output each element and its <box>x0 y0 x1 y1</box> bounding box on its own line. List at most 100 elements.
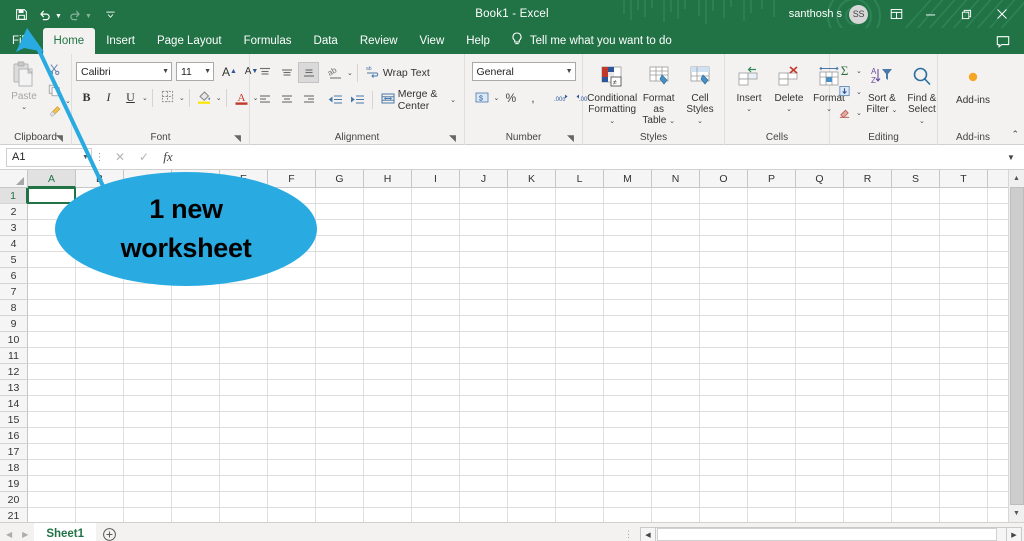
cell-H17[interactable] <box>364 444 412 460</box>
cell-M13[interactable] <box>604 380 652 396</box>
cell-U16[interactable] <box>988 428 1008 444</box>
cell-M11[interactable] <box>604 348 652 364</box>
row-header-15[interactable]: 15 <box>0 412 28 428</box>
cell-G11[interactable] <box>316 348 364 364</box>
cell-P13[interactable] <box>748 380 796 396</box>
cell-R3[interactable] <box>844 220 892 236</box>
cell-A12[interactable] <box>28 364 76 380</box>
cell-P16[interactable] <box>748 428 796 444</box>
cell-M17[interactable] <box>604 444 652 460</box>
cell-T1[interactable] <box>940 188 988 204</box>
column-header-D[interactable]: D <box>172 170 220 188</box>
cell-N9[interactable] <box>652 316 700 332</box>
number-format-combo[interactable]: General ▼ <box>471 62 576 81</box>
cell-G5[interactable] <box>316 252 364 268</box>
cell-J14[interactable] <box>460 396 508 412</box>
cell-B7[interactable] <box>76 284 124 300</box>
cell-D8[interactable] <box>172 300 220 316</box>
cell-G9[interactable] <box>316 316 364 332</box>
cell-H9[interactable] <box>364 316 412 332</box>
cell-J6[interactable] <box>460 268 508 284</box>
cell-M19[interactable] <box>604 476 652 492</box>
insert-function-icon[interactable]: fx <box>156 147 180 167</box>
paste-dropdown-caret[interactable]: ⌄ <box>21 102 27 113</box>
cell-J2[interactable] <box>460 204 508 220</box>
cell-F10[interactable] <box>268 332 316 348</box>
row-header-1[interactable]: 1 <box>0 188 28 204</box>
cell-N4[interactable] <box>652 236 700 252</box>
cell-E17[interactable] <box>220 444 268 460</box>
cell-L11[interactable] <box>556 348 604 364</box>
cell-O8[interactable] <box>700 300 748 316</box>
hscroll-thumb[interactable] <box>657 528 997 541</box>
cell-C14[interactable] <box>124 396 172 412</box>
cell-G13[interactable] <box>316 380 364 396</box>
cell-I10[interactable] <box>412 332 460 348</box>
align-top-button[interactable] <box>254 62 275 83</box>
cell-R20[interactable] <box>844 492 892 508</box>
merge-center-dropdown-caret[interactable]: ⌄ <box>450 96 456 104</box>
cell-C18[interactable] <box>124 460 172 476</box>
cell-O20[interactable] <box>700 492 748 508</box>
cell-K12[interactable] <box>508 364 556 380</box>
cell-E18[interactable] <box>220 460 268 476</box>
cell-R16[interactable] <box>844 428 892 444</box>
cell-F7[interactable] <box>268 284 316 300</box>
number-dialog-launcher[interactable]: ◥ <box>565 133 576 144</box>
cell-J19[interactable] <box>460 476 508 492</box>
cell-L21[interactable] <box>556 508 604 522</box>
font-dialog-launcher[interactable]: ◥ <box>232 133 243 144</box>
cell-I11[interactable] <box>412 348 460 364</box>
cell-B11[interactable] <box>76 348 124 364</box>
cell-Q10[interactable] <box>796 332 844 348</box>
cell-I17[interactable] <box>412 444 460 460</box>
cell-N10[interactable] <box>652 332 700 348</box>
row-header-6[interactable]: 6 <box>0 268 28 284</box>
cell-H2[interactable] <box>364 204 412 220</box>
cell-S16[interactable] <box>892 428 940 444</box>
cell-C20[interactable] <box>124 492 172 508</box>
cell-Q12[interactable] <box>796 364 844 380</box>
cell-G14[interactable] <box>316 396 364 412</box>
cell-H21[interactable] <box>364 508 412 522</box>
cell-K1[interactable] <box>508 188 556 204</box>
cell-I19[interactable] <box>412 476 460 492</box>
cell-E21[interactable] <box>220 508 268 522</box>
cell-R18[interactable] <box>844 460 892 476</box>
orientation-button[interactable]: ab <box>325 62 346 83</box>
cell-S15[interactable] <box>892 412 940 428</box>
cell-G7[interactable] <box>316 284 364 300</box>
cell-J12[interactable] <box>460 364 508 380</box>
cell-K8[interactable] <box>508 300 556 316</box>
cell-T9[interactable] <box>940 316 988 332</box>
cell-S11[interactable] <box>892 348 940 364</box>
cell-U6[interactable] <box>988 268 1008 284</box>
cell-P9[interactable] <box>748 316 796 332</box>
cell-O17[interactable] <box>700 444 748 460</box>
row-header-12[interactable]: 12 <box>0 364 28 380</box>
percent-style-button[interactable]: % <box>500 87 521 108</box>
cell-L4[interactable] <box>556 236 604 252</box>
cell-Q1[interactable] <box>796 188 844 204</box>
cell-H5[interactable] <box>364 252 412 268</box>
cell-B13[interactable] <box>76 380 124 396</box>
delete-cells-button[interactable]: Delete ⌄ <box>769 59 809 115</box>
cell-K10[interactable] <box>508 332 556 348</box>
cell-H7[interactable] <box>364 284 412 300</box>
column-header-J[interactable]: J <box>460 170 508 188</box>
cell-G15[interactable] <box>316 412 364 428</box>
cell-O2[interactable] <box>700 204 748 220</box>
cell-P8[interactable] <box>748 300 796 316</box>
cell-D9[interactable] <box>172 316 220 332</box>
row-header-16[interactable]: 16 <box>0 428 28 444</box>
cell-P3[interactable] <box>748 220 796 236</box>
row-header-19[interactable]: 19 <box>0 476 28 492</box>
cell-U19[interactable] <box>988 476 1008 492</box>
vertical-scrollbar[interactable]: ▲ ▼ <box>1008 170 1024 522</box>
cell-I15[interactable] <box>412 412 460 428</box>
cell-J18[interactable] <box>460 460 508 476</box>
cell-L17[interactable] <box>556 444 604 460</box>
tab-home[interactable]: Home <box>42 28 96 54</box>
cell-F15[interactable] <box>268 412 316 428</box>
cell-K20[interactable] <box>508 492 556 508</box>
